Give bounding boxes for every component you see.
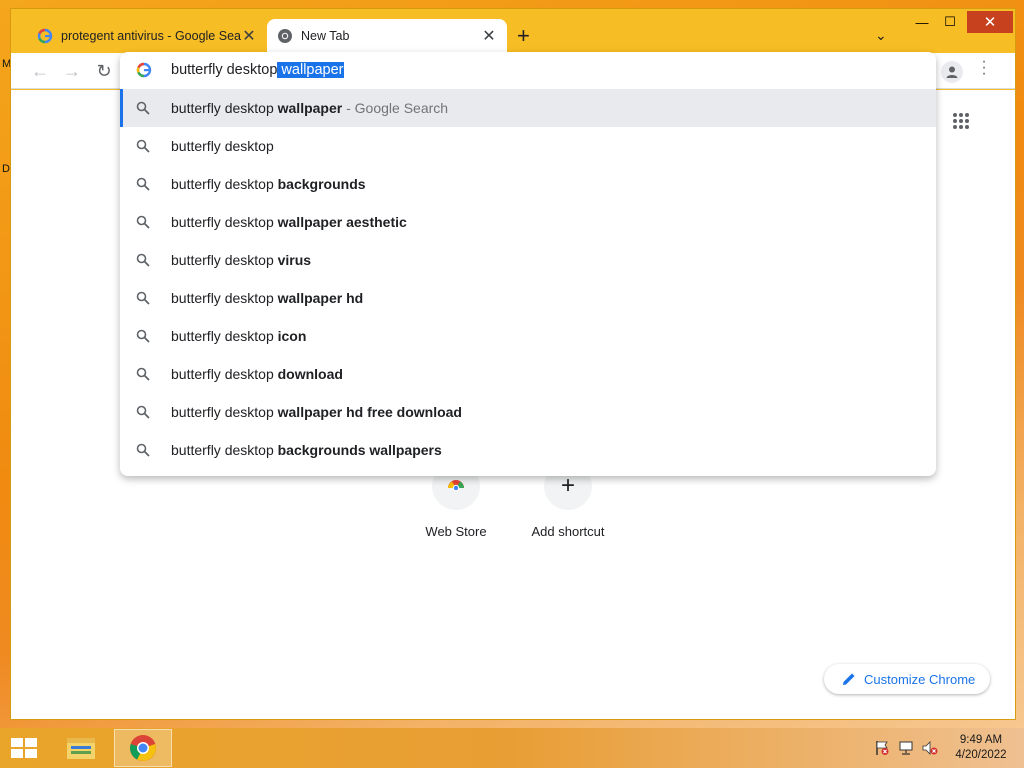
omnibox-suggestion[interactable]: butterfly desktop virus (120, 241, 936, 279)
suggestion-prefix: butterfly desktop (171, 252, 278, 268)
suggestion-prefix: butterfly desktop (171, 442, 278, 458)
suggestion-completion: wallpaper hd (277, 290, 364, 306)
omnibox-suggestion[interactable]: butterfly desktop wallpaper hd free down… (120, 393, 936, 431)
suggestion-completion: backgrounds wallpapers (277, 442, 442, 458)
tab-title: protegent antivirus - Google Search (61, 29, 241, 43)
suggestion-completion: wallpaper aesthetic (277, 214, 407, 230)
google-apps-icon[interactable] (952, 112, 970, 130)
taskbar: 9:49 AM 4/20/2022 (0, 728, 1024, 768)
chrome-icon (278, 29, 292, 43)
suggestion-list: butterfly desktop wallpaper - Google Sea… (120, 89, 936, 469)
close-tab-icon[interactable]: ✕ (241, 26, 257, 46)
suggestion-text: butterfly desktop backgrounds wallpapers (171, 442, 442, 458)
google-g-icon (136, 62, 152, 78)
address-bar-input[interactable]: butterfly desktop wallpaper (120, 52, 936, 88)
tab-strip: protegent antivirus - Google Search ✕ Ne… (11, 9, 1015, 53)
search-icon (136, 291, 150, 305)
clock-date: 4/20/2022 (955, 749, 1007, 761)
omnibox-suggestion[interactable]: butterfly desktop backgrounds (120, 165, 936, 203)
suggestion-prefix: butterfly desktop (171, 100, 278, 116)
suggestion-prefix: butterfly desktop (171, 138, 274, 154)
volume-muted-icon[interactable] (922, 740, 938, 756)
suggestion-text: butterfly desktop wallpaper hd (171, 290, 363, 306)
shortcut-label: Add shortcut (531, 524, 605, 539)
suggestion-completion: wallpaper (277, 100, 343, 116)
suggestion-prefix: butterfly desktop (171, 290, 278, 306)
suggestion-text: butterfly desktop icon (171, 328, 306, 344)
system-clock[interactable]: 9:49 AM 4/20/2022 (948, 733, 1014, 763)
search-icon (136, 253, 150, 267)
search-icon (136, 443, 150, 457)
close-tab-icon[interactable]: ✕ (481, 26, 497, 46)
suggestion-text: butterfly desktop wallpaper - Google Sea… (171, 100, 448, 116)
suggestion-suffix: - Google Search (342, 100, 449, 116)
forward-button[interactable]: → (61, 60, 83, 82)
suggestion-text: butterfly desktop wallpaper hd free down… (171, 404, 462, 420)
suggestion-completion: wallpaper hd free download (277, 404, 462, 420)
tab-search-chevron-icon[interactable]: ⌄ (875, 27, 887, 44)
suggestion-prefix: butterfly desktop (171, 404, 278, 420)
address-bar-text[interactable]: butterfly desktop wallpaper (171, 62, 344, 78)
search-icon (136, 177, 150, 191)
search-icon (136, 101, 150, 115)
omnibox-suggestion[interactable]: butterfly desktop icon (120, 317, 936, 355)
desktop-icon-label[interactable]: D (2, 163, 10, 175)
customize-label: Customize Chrome (864, 671, 976, 687)
suggestion-text: butterfly desktop virus (171, 252, 311, 268)
search-icon (136, 139, 150, 153)
suggestion-text: butterfly desktop (171, 138, 274, 154)
omnibox-suggestion[interactable]: butterfly desktop wallpaper - Google Sea… (120, 89, 936, 127)
tab-google-search[interactable]: protegent antivirus - Google Search ✕ (27, 19, 267, 53)
suggestion-prefix: butterfly desktop (171, 176, 278, 192)
suggestion-prefix: butterfly desktop (171, 328, 278, 344)
pencil-icon (843, 673, 855, 685)
suggestion-text: butterfly desktop download (171, 366, 343, 382)
shortcut-label: Web Store (425, 524, 487, 539)
windows-start-icon[interactable] (10, 737, 38, 759)
suggestion-completion: download (277, 366, 343, 382)
omnibox-suggestion[interactable]: butterfly desktop wallpaper aesthetic (120, 203, 936, 241)
network-icon[interactable] (898, 740, 914, 756)
suggestion-text: butterfly desktop backgrounds (171, 176, 366, 192)
chrome-taskbar-button[interactable] (114, 729, 172, 767)
search-icon (136, 405, 150, 419)
google-icon (37, 28, 53, 44)
reload-button[interactable]: ↻ (93, 60, 115, 82)
back-button[interactable]: ← (29, 60, 51, 82)
chrome-web-store-icon (448, 480, 464, 492)
suggestion-completion: virus (277, 252, 312, 268)
search-icon (136, 329, 150, 343)
omnibox-suggestion[interactable]: butterfly desktop backgrounds wallpapers (120, 431, 936, 469)
chrome-icon (130, 735, 156, 761)
new-tab-button[interactable]: + (517, 25, 530, 47)
customize-chrome-button[interactable]: Customize Chrome (824, 664, 990, 694)
suggestion-prefix: butterfly desktop (171, 214, 278, 230)
close-window-button[interactable]: ✕ (967, 11, 1013, 33)
typed-text: butterfly desktop (171, 62, 278, 78)
tab-title: New Tab (301, 29, 350, 43)
suggestion-completion: backgrounds (277, 176, 366, 192)
suggestion-completion: icon (277, 328, 307, 344)
omnibox-suggestion[interactable]: butterfly desktop wallpaper hd (120, 279, 936, 317)
minimize-button[interactable]: — (911, 11, 933, 33)
suggestion-text: butterfly desktop wallpaper aesthetic (171, 214, 407, 230)
tab-new-tab[interactable]: New Tab ✕ (267, 19, 507, 53)
file-explorer-icon (67, 738, 95, 759)
search-icon (136, 367, 150, 381)
person-icon (946, 66, 958, 78)
autocomplete-selection: wallpaper (277, 62, 344, 78)
clock-time: 9:49 AM (959, 734, 1003, 746)
kebab-menu-icon[interactable]: · · · (977, 54, 991, 82)
omnibox-dropdown: butterfly desktop wallpaper butterfly de… (120, 52, 936, 476)
file-explorer-taskbar-button[interactable] (52, 729, 110, 767)
maximize-button[interactable]: ☐ (939, 11, 961, 33)
action-center-flag-icon[interactable] (874, 740, 890, 756)
omnibox-suggestion[interactable]: butterfly desktop (120, 127, 936, 165)
suggestion-prefix: butterfly desktop (171, 366, 278, 382)
omnibox-suggestion[interactable]: butterfly desktop download (120, 355, 936, 393)
profile-avatar-button[interactable] (941, 61, 963, 83)
search-icon (136, 215, 150, 229)
